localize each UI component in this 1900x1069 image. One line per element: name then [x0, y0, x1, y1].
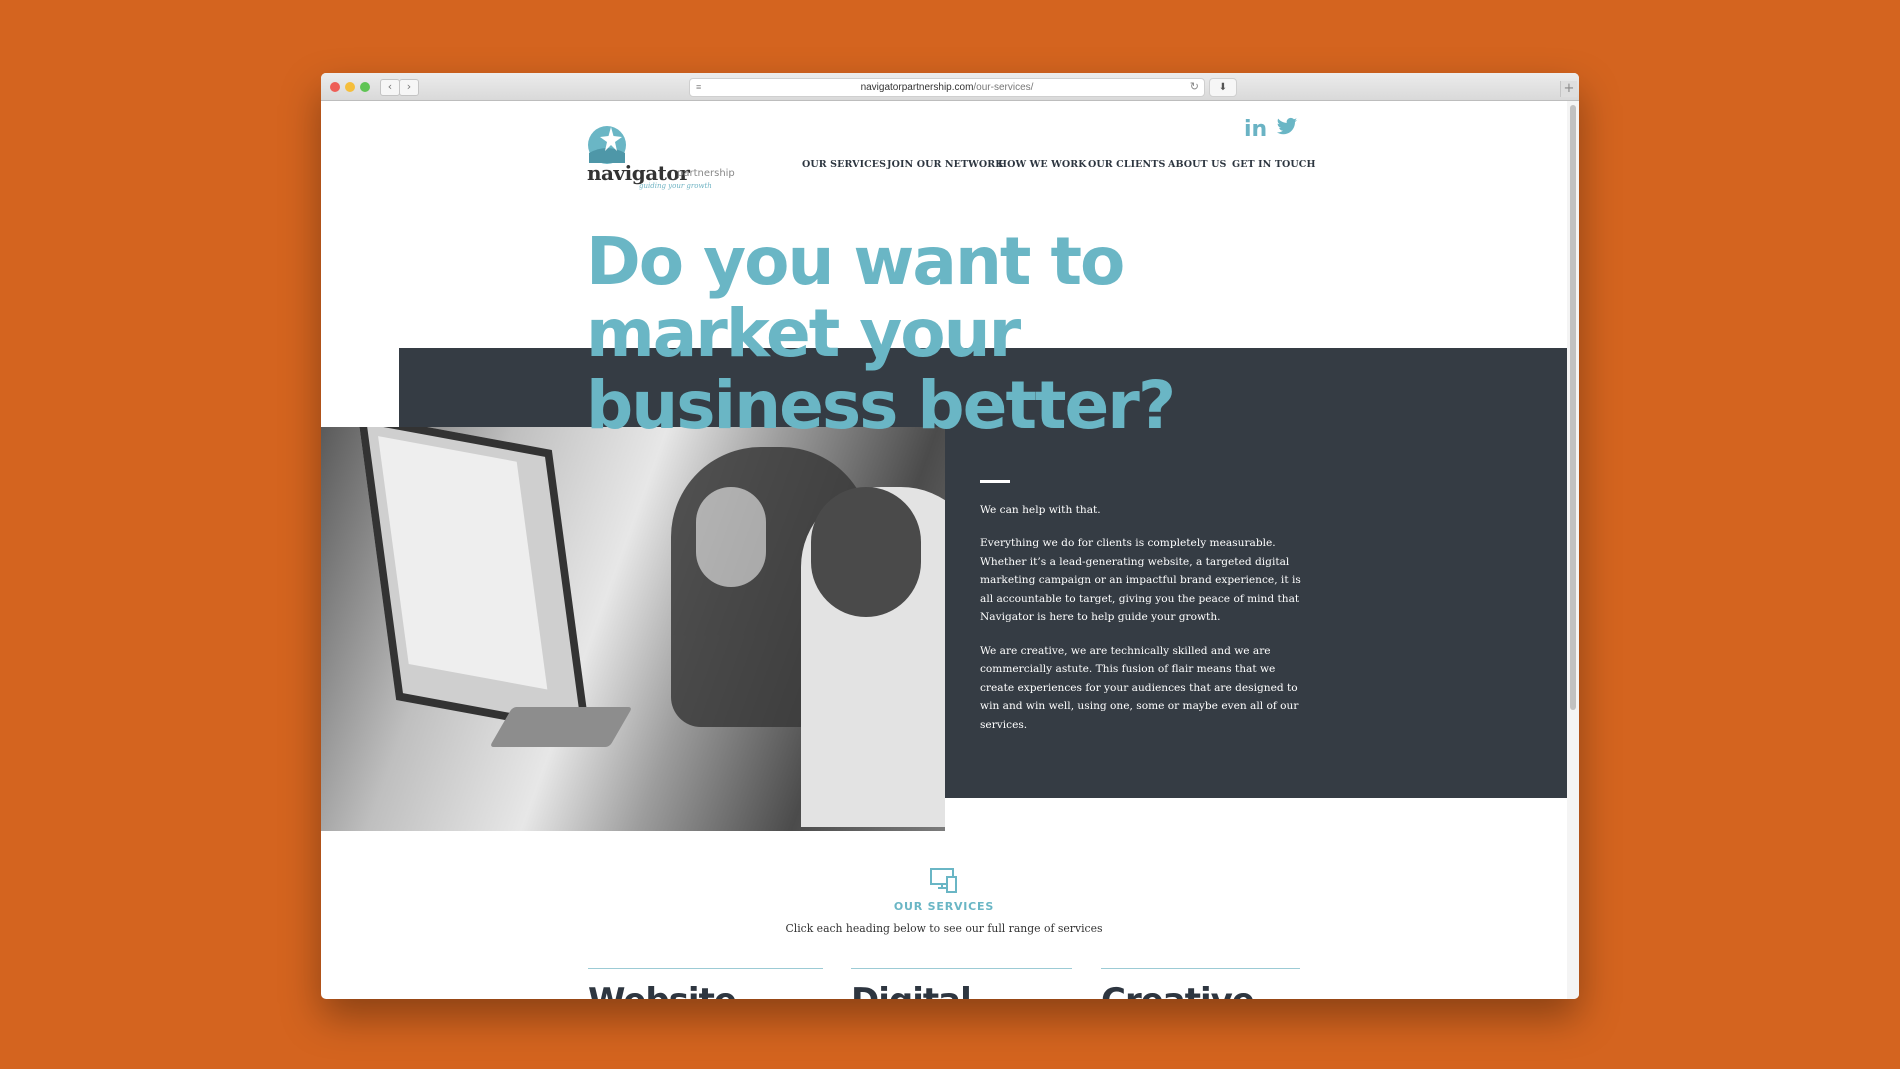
- reload-icon[interactable]: ↻: [1190, 79, 1199, 96]
- forward-button[interactable]: ›: [399, 79, 419, 96]
- nav-our-clients[interactable]: OUR CLIENTS: [1088, 159, 1165, 170]
- logo-suffix: partnership: [677, 168, 735, 179]
- url-path: /our-services/: [973, 82, 1034, 93]
- headline-line-3: business better?: [586, 367, 1176, 444]
- back-button[interactable]: ‹: [380, 79, 400, 96]
- headline-line-2: market your: [586, 295, 1021, 372]
- downloads-button[interactable]: ⬇: [1209, 78, 1237, 97]
- service-heading-website[interactable]: Website: [588, 981, 737, 999]
- headline-line-1: Do you want to: [586, 223, 1125, 300]
- url-domain: navigatorpartnership.com: [860, 82, 974, 93]
- photo-monitor: [357, 427, 591, 736]
- logo-tagline: guiding your growth: [639, 182, 712, 190]
- web-page: navigator partnership guiding your growt…: [321, 101, 1567, 999]
- browser-toolbar: ‹ › ≡ navigatorpartnership.com/our-servi…: [321, 73, 1579, 101]
- service-column-website[interactable]: Website: [588, 968, 823, 999]
- compass-star-logo-icon: [588, 126, 626, 164]
- devices-icon: [930, 868, 957, 893]
- address-bar[interactable]: ≡ navigatorpartnership.com/our-services/…: [689, 78, 1205, 97]
- new-tab-button[interactable]: +: [1560, 81, 1577, 97]
- office-workers-photo: [321, 427, 945, 831]
- site-logo[interactable]: navigator partnership guiding your growt…: [587, 123, 737, 193]
- photo-keyboard: [489, 707, 633, 747]
- hero-paragraph-2: We are creative, we are technically skil…: [980, 644, 1299, 731]
- service-heading-creative[interactable]: Creative: [1101, 981, 1255, 999]
- photo-man: [801, 487, 945, 827]
- reader-menu-icon[interactable]: ≡: [696, 79, 701, 96]
- services-section-title: OUR SERVICES: [893, 900, 995, 913]
- zoom-window-button[interactable]: [360, 82, 370, 92]
- scrollbar-thumb[interactable]: [1570, 105, 1576, 710]
- service-column-digital[interactable]: Digital: [851, 968, 1072, 999]
- hero-headline: Do you want to market your business bett…: [586, 226, 1286, 442]
- nav-join-our-network[interactable]: JOIN OUR NETWORK: [887, 159, 1004, 170]
- nav-about-us[interactable]: ABOUT US: [1168, 159, 1226, 170]
- hero-paragraph-1: Everything we do for clients is complete…: [980, 537, 1301, 624]
- accent-dash: [980, 480, 1010, 483]
- services-section-subtitle: Click each heading below to see our full…: [785, 922, 1103, 935]
- hero-body-text: We can help with that. Everything we do …: [980, 501, 1310, 749]
- twitter-icon[interactable]: [1276, 117, 1298, 141]
- hero-intro: We can help with that.: [980, 504, 1101, 516]
- nav-how-we-work[interactable]: HOW WE WORK: [998, 159, 1087, 170]
- page-scrollbar[interactable]: [1567, 101, 1579, 999]
- service-heading-digital[interactable]: Digital: [851, 981, 972, 999]
- nav-get-in-touch[interactable]: GET IN TOUCH: [1232, 159, 1316, 170]
- linkedin-icon[interactable]: in: [1244, 117, 1267, 142]
- browser-window: ‹ › ≡ navigatorpartnership.com/our-servi…: [321, 73, 1579, 999]
- minimize-window-button[interactable]: [345, 82, 355, 92]
- service-column-creative[interactable]: Creative: [1101, 968, 1300, 999]
- nav-our-services[interactable]: OUR SERVICES: [795, 159, 893, 171]
- close-window-button[interactable]: [330, 82, 340, 92]
